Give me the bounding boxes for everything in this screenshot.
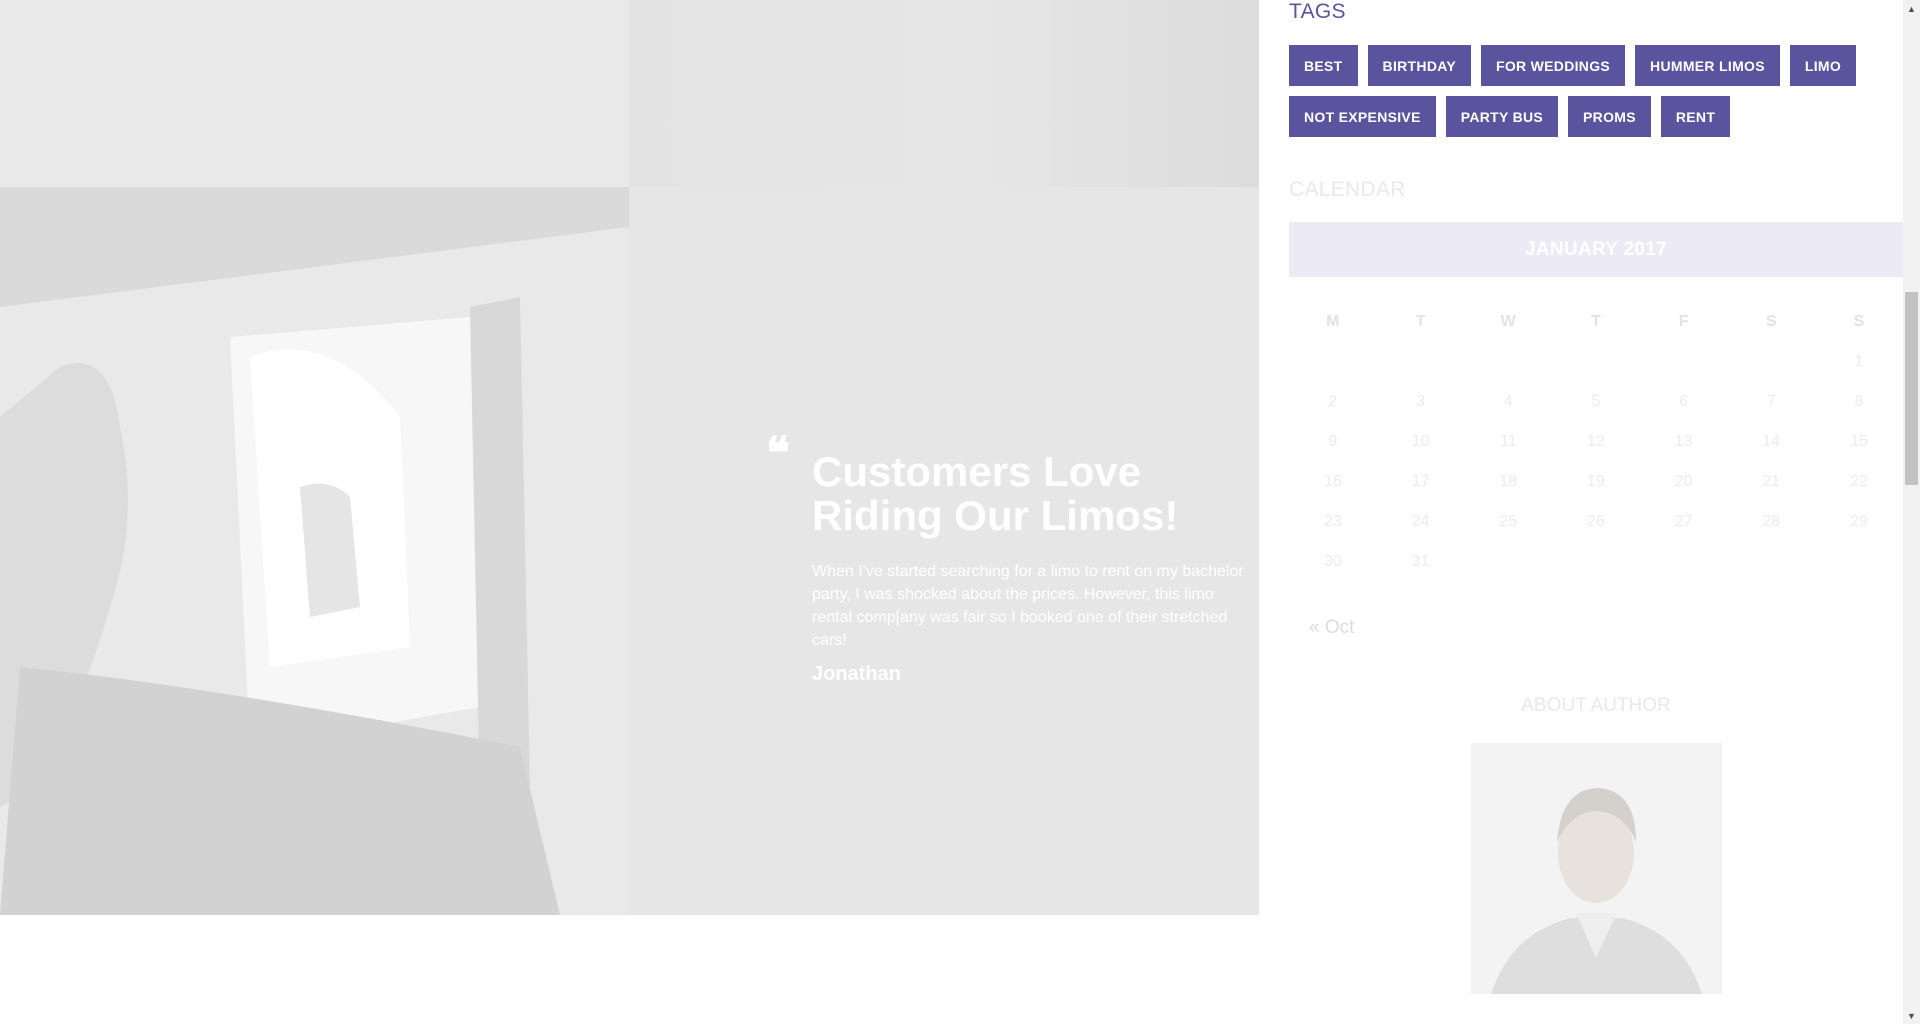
hero-background-top-left — [0, 0, 629, 187]
quote-icon: ❝ — [766, 428, 790, 479]
sidebar: TAGS BEST BIRTHDAY FOR WEDDINGS HUMMER L… — [1289, 0, 1903, 1024]
weekday-label: F — [1678, 313, 1689, 330]
calendar-day: 29 — [1850, 513, 1868, 530]
calendar-day: 9 — [1328, 433, 1338, 450]
calendar-grid: M T W T F S S 1 2 3 4 5 6 7 8 9 10 11 12… — [1289, 302, 1903, 582]
calendar-widget: JANUARY 2017 M T W T F S S 1 2 3 4 5 6 7… — [1289, 222, 1903, 638]
testimonial-text: When I've started searching for a limo t… — [812, 563, 1244, 649]
tag-hummer-limos[interactable]: HUMMER LIMOS — [1635, 45, 1780, 86]
calendar-day: 18 — [1499, 473, 1518, 490]
calendar-day: 12 — [1587, 433, 1605, 450]
calendar-week: 16 17 18 19 20 21 22 — [1289, 462, 1903, 502]
calendar-day: 13 — [1674, 433, 1693, 450]
calendar-day: 10 — [1411, 433, 1430, 450]
calendar-day: 24 — [1411, 513, 1430, 530]
calendar-day: 11 — [1499, 433, 1517, 450]
calendar-day: 17 — [1411, 473, 1430, 490]
tag-cloud: BEST BIRTHDAY FOR WEDDINGS HUMMER LIMOS … — [1289, 45, 1889, 147]
calendar-day: 3 — [1416, 393, 1425, 410]
weekday-label: T — [1591, 313, 1601, 330]
calendar-day: 21 — [1762, 473, 1781, 490]
calendar-day: 23 — [1323, 513, 1342, 530]
tag-proms[interactable]: PROMS — [1568, 96, 1651, 137]
testimonial-panel — [629, 187, 1259, 915]
calendar-week: 23 24 25 26 27 28 29 — [1289, 502, 1903, 542]
tag-row: BEST BIRTHDAY FOR WEDDINGS HUMMER LIMOS … — [1289, 45, 1889, 86]
author-photo — [1471, 743, 1722, 994]
weekday-label: S — [1853, 313, 1865, 330]
testimonial-heading: Customers Love Riding Our Limos! — [812, 448, 1179, 539]
weekday-label: M — [1326, 313, 1340, 330]
calendar-day: 1 — [1854, 353, 1864, 370]
weekday-label: S — [1765, 313, 1777, 330]
calendar-day: 25 — [1499, 513, 1518, 530]
calendar-day: 8 — [1854, 393, 1864, 410]
weekday-label: W — [1500, 313, 1516, 330]
calendar-week: 30 31 — [1289, 542, 1903, 582]
calendar-day: 30 — [1323, 553, 1342, 570]
calendar-weekdays: M T W T F S S — [1289, 302, 1903, 342]
calendar-day: 22 — [1850, 473, 1868, 490]
calendar-month: JANUARY 2017 — [1289, 222, 1903, 277]
tag-rent[interactable]: RENT — [1660, 96, 1731, 137]
calendar-day: 15 — [1850, 433, 1868, 450]
hero-background-top-right — [629, 0, 1259, 187]
tag-best[interactable]: BEST — [1289, 45, 1358, 86]
calendar-day: 20 — [1674, 473, 1693, 490]
scroll-down-arrow-icon[interactable]: ▼ — [1903, 1007, 1920, 1024]
tags-title: TAGS — [1289, 0, 1346, 23]
calendar-day: 26 — [1587, 513, 1605, 530]
calendar-day: 31 — [1411, 553, 1430, 570]
calendar-day: 16 — [1323, 473, 1342, 490]
tag-not-expensive[interactable]: NOT EXPENSIVE — [1289, 96, 1436, 137]
calendar-title: CALENDAR — [1289, 178, 1406, 201]
tag-for-weddings[interactable]: FOR WEDDINGS — [1481, 45, 1626, 86]
scrollbar-thumb[interactable] — [1905, 292, 1918, 485]
calendar-week: 9 10 11 12 13 14 15 — [1289, 422, 1903, 462]
calendar-day: 6 — [1679, 393, 1689, 410]
limo-interior-photo — [0, 187, 629, 915]
calendar-day: 27 — [1674, 513, 1693, 530]
tag-party-bus[interactable]: PARTY BUS — [1445, 96, 1559, 137]
calendar-day: 7 — [1766, 393, 1776, 410]
calendar-day: 5 — [1591, 393, 1601, 410]
tag-limo[interactable]: LIMO — [1789, 45, 1857, 86]
calendar-day: 19 — [1587, 473, 1605, 490]
about-author-title: ABOUT AUTHOR — [1521, 695, 1671, 716]
calendar-day: 28 — [1762, 513, 1781, 530]
scroll-up-arrow-icon[interactable]: ▲ — [1903, 0, 1920, 17]
page-scrollbar[interactable]: ▲ ▼ — [1903, 0, 1920, 1024]
calendar-day: 2 — [1328, 393, 1338, 410]
calendar-prev-month-link[interactable]: « Oct — [1309, 617, 1354, 639]
calendar-day: 4 — [1503, 393, 1513, 410]
weekday-label: T — [1415, 313, 1426, 330]
testimonial-author: Jonathan — [812, 663, 901, 685]
calendar-week: 2 3 4 5 6 7 8 — [1289, 382, 1903, 422]
tag-row: NOT EXPENSIVE PARTY BUS PROMS RENT — [1289, 96, 1889, 137]
tag-birthday[interactable]: BIRTHDAY — [1367, 45, 1471, 86]
calendar-day: 14 — [1762, 433, 1781, 450]
calendar-week: 1 — [1289, 342, 1903, 382]
